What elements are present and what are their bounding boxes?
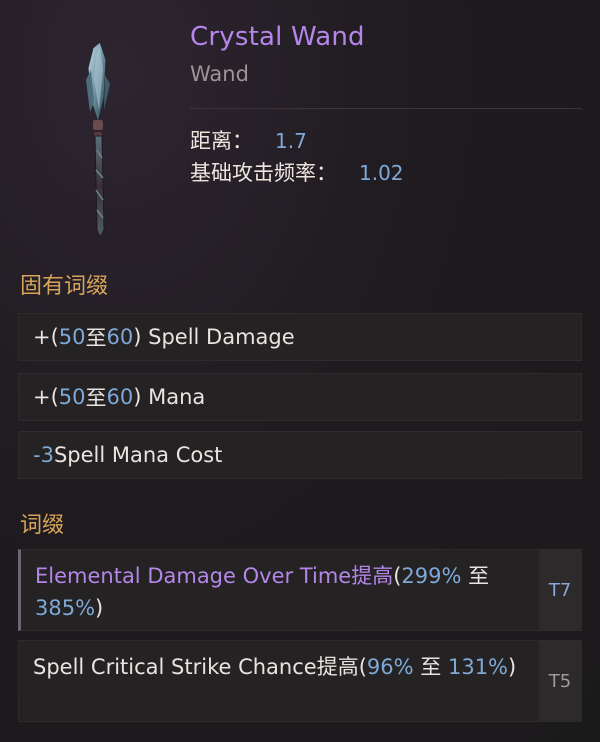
- affix-max: 385%: [35, 596, 96, 620]
- stat-range: 距离： 1.7: [190, 125, 582, 157]
- crystal-wand-icon: [86, 41, 110, 239]
- mod-sep: 至: [85, 386, 107, 410]
- mod-min: -3: [33, 443, 54, 467]
- affix-text: Spell Critical Strike Chance提高(96% 至 131…: [19, 641, 539, 721]
- implicit-mod: -3 Spell Mana Cost: [18, 431, 582, 479]
- stat-value: 1.7: [275, 129, 307, 153]
- mod-max: 60: [106, 325, 134, 349]
- mod-suffix: ) Spell Damage: [133, 325, 295, 349]
- affix-title: 词缀: [20, 513, 65, 538]
- stat-label: 距离：: [190, 129, 253, 153]
- mod-sep: 至: [85, 326, 107, 350]
- affix-sep: 至: [461, 564, 490, 588]
- implicit-title: 固有词缀: [20, 274, 109, 299]
- affix-min: 96%: [366, 655, 414, 679]
- mod-suffix: ) Mana: [133, 385, 206, 409]
- affix-tier: T5: [539, 641, 581, 721]
- item-name: Crystal Wand: [190, 22, 365, 52]
- mod-prefix: +(: [33, 385, 59, 409]
- affix-min: 299%: [401, 564, 462, 588]
- affix-close: ): [95, 596, 104, 620]
- affix-sep: 至: [413, 655, 448, 679]
- implicit-mod: +(50 至 60) Mana: [18, 373, 582, 421]
- mod-prefix: +(: [33, 325, 59, 349]
- affix-item[interactable]: Spell Critical Strike Chance提高(96% 至 131…: [18, 640, 582, 722]
- stat-label: 基础攻击频率：: [190, 161, 337, 185]
- item-header: Crystal Wand Wand 距离： 1.7 基础攻击频率： 1.02: [190, 22, 582, 189]
- header-divider: [190, 108, 582, 109]
- affix-open: (: [358, 655, 367, 679]
- affix-name: Spell Critical Strike Chance提高: [33, 655, 359, 679]
- mod-min: 50: [58, 385, 86, 409]
- mod-min: 50: [58, 325, 86, 349]
- affix-text: Elemental Damage Over Time提高(299% 至 385%…: [21, 550, 539, 630]
- affix-tier: T7: [539, 550, 581, 630]
- affix-close: ): [508, 655, 517, 679]
- item-type: Wand: [190, 62, 249, 86]
- item-stats: 距离： 1.7 基础攻击频率： 1.02: [190, 125, 582, 189]
- affix-max: 131%: [447, 655, 509, 679]
- affix-name: Elemental Damage Over Time提高: [35, 564, 394, 588]
- mod-suffix: Spell Mana Cost: [53, 443, 223, 467]
- affix-item[interactable]: Elemental Damage Over Time提高(299% 至 385%…: [18, 549, 582, 631]
- implicit-mod: +(50 至 60) Spell Damage: [18, 313, 582, 361]
- mod-max: 60: [106, 385, 134, 409]
- stat-attack-rate: 基础攻击频率： 1.02: [190, 157, 582, 189]
- stat-value: 1.02: [359, 161, 404, 185]
